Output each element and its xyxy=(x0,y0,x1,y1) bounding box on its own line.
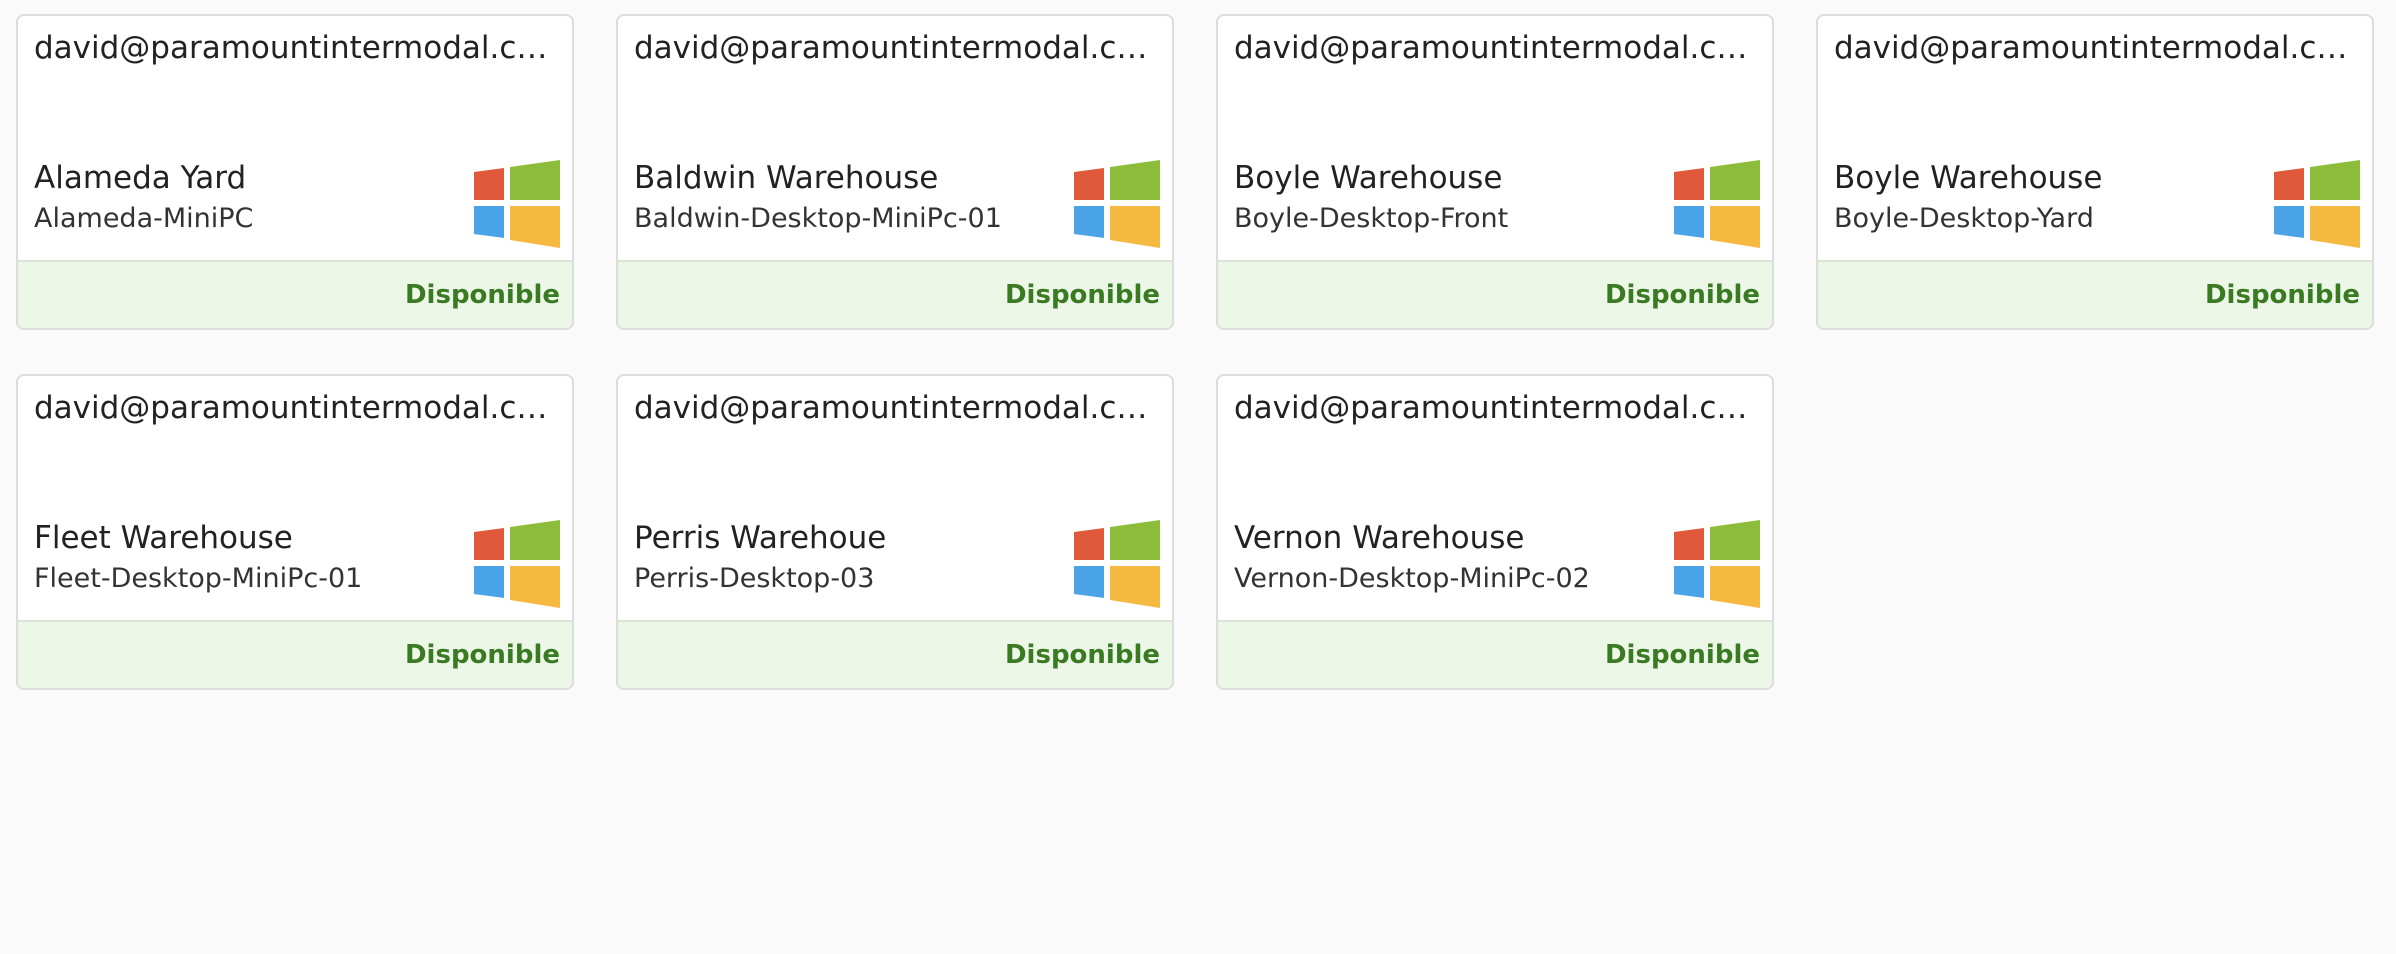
status-badge: Disponible xyxy=(2204,280,2360,310)
card-body: david@paramountintermodal.com Boyle Ware… xyxy=(1218,16,1772,262)
card-location: Vernon Warehouse xyxy=(1234,520,1525,556)
windows-icon xyxy=(474,160,560,248)
card-location: Boyle Warehouse xyxy=(1834,160,2103,196)
device-card[interactable]: david@paramountintermodal.com Perris War… xyxy=(616,374,1174,690)
card-email: david@paramountintermodal.com xyxy=(634,390,1158,426)
card-location: Fleet Warehouse xyxy=(34,520,293,556)
card-body: david@paramountintermodal.com Baldwin Wa… xyxy=(618,16,1172,262)
windows-icon xyxy=(474,520,560,608)
card-body: david@paramountintermodal.com Fleet Ware… xyxy=(18,376,572,622)
card-location: Alameda Yard xyxy=(34,160,247,196)
status-badge: Disponible xyxy=(1004,280,1160,310)
card-hostname: Alameda-MiniPC xyxy=(34,203,254,234)
card-footer: Disponible xyxy=(1218,260,1772,328)
windows-icon xyxy=(2274,160,2360,248)
card-location: Perris Warehoue xyxy=(634,520,887,556)
device-card[interactable]: david@paramountintermodal.com Baldwin Wa… xyxy=(616,14,1174,330)
card-email: david@paramountintermodal.com xyxy=(634,30,1158,66)
card-hostname: Boyle-Desktop-Front xyxy=(1234,203,1509,234)
card-body: david@paramountintermodal.com Boyle Ware… xyxy=(1818,16,2372,262)
device-card[interactable]: david@paramountintermodal.com Boyle Ware… xyxy=(1816,14,2374,330)
card-location: Baldwin Warehouse xyxy=(634,160,939,196)
device-card[interactable]: david@paramountintermodal.com Boyle Ware… xyxy=(1216,14,1774,330)
device-card[interactable]: david@paramountintermodal.com Fleet Ware… xyxy=(16,374,574,690)
status-badge: Disponible xyxy=(1004,640,1160,670)
card-body: david@paramountintermodal.com Perris War… xyxy=(618,376,1172,622)
windows-icon xyxy=(1674,520,1760,608)
card-footer: Disponible xyxy=(1818,260,2372,328)
card-hostname: Fleet-Desktop-MiniPc-01 xyxy=(34,563,363,594)
status-badge: Disponible xyxy=(404,640,560,670)
windows-icon xyxy=(1074,160,1160,248)
card-hostname: Perris-Desktop-03 xyxy=(634,563,875,594)
card-footer: Disponible xyxy=(18,260,572,328)
status-badge: Disponible xyxy=(1604,640,1760,670)
card-footer: Disponible xyxy=(618,620,1172,688)
card-email: david@paramountintermodal.com xyxy=(1234,390,1758,426)
card-footer: Disponible xyxy=(618,260,1172,328)
card-body: david@paramountintermodal.com Alameda Ya… xyxy=(18,16,572,262)
card-hostname: Boyle-Desktop-Yard xyxy=(1834,203,2094,234)
device-grid: david@paramountintermodal.com Alameda Ya… xyxy=(0,0,2396,954)
device-card[interactable]: david@paramountintermodal.com Alameda Ya… xyxy=(16,14,574,330)
status-badge: Disponible xyxy=(1604,280,1760,310)
windows-icon xyxy=(1074,520,1160,608)
card-footer: Disponible xyxy=(1218,620,1772,688)
card-email: david@paramountintermodal.com xyxy=(1834,30,2358,66)
card-hostname: Baldwin-Desktop-MiniPc-01 xyxy=(634,203,1002,234)
card-email: david@paramountintermodal.com xyxy=(34,30,558,66)
status-badge: Disponible xyxy=(404,280,560,310)
card-email: david@paramountintermodal.com xyxy=(34,390,558,426)
card-footer: Disponible xyxy=(18,620,572,688)
card-email: david@paramountintermodal.com xyxy=(1234,30,1758,66)
device-card[interactable]: david@paramountintermodal.com Vernon War… xyxy=(1216,374,1774,690)
card-location: Boyle Warehouse xyxy=(1234,160,1503,196)
windows-icon xyxy=(1674,160,1760,248)
card-hostname: Vernon-Desktop-MiniPc-02 xyxy=(1234,563,1590,594)
card-body: david@paramountintermodal.com Vernon War… xyxy=(1218,376,1772,622)
